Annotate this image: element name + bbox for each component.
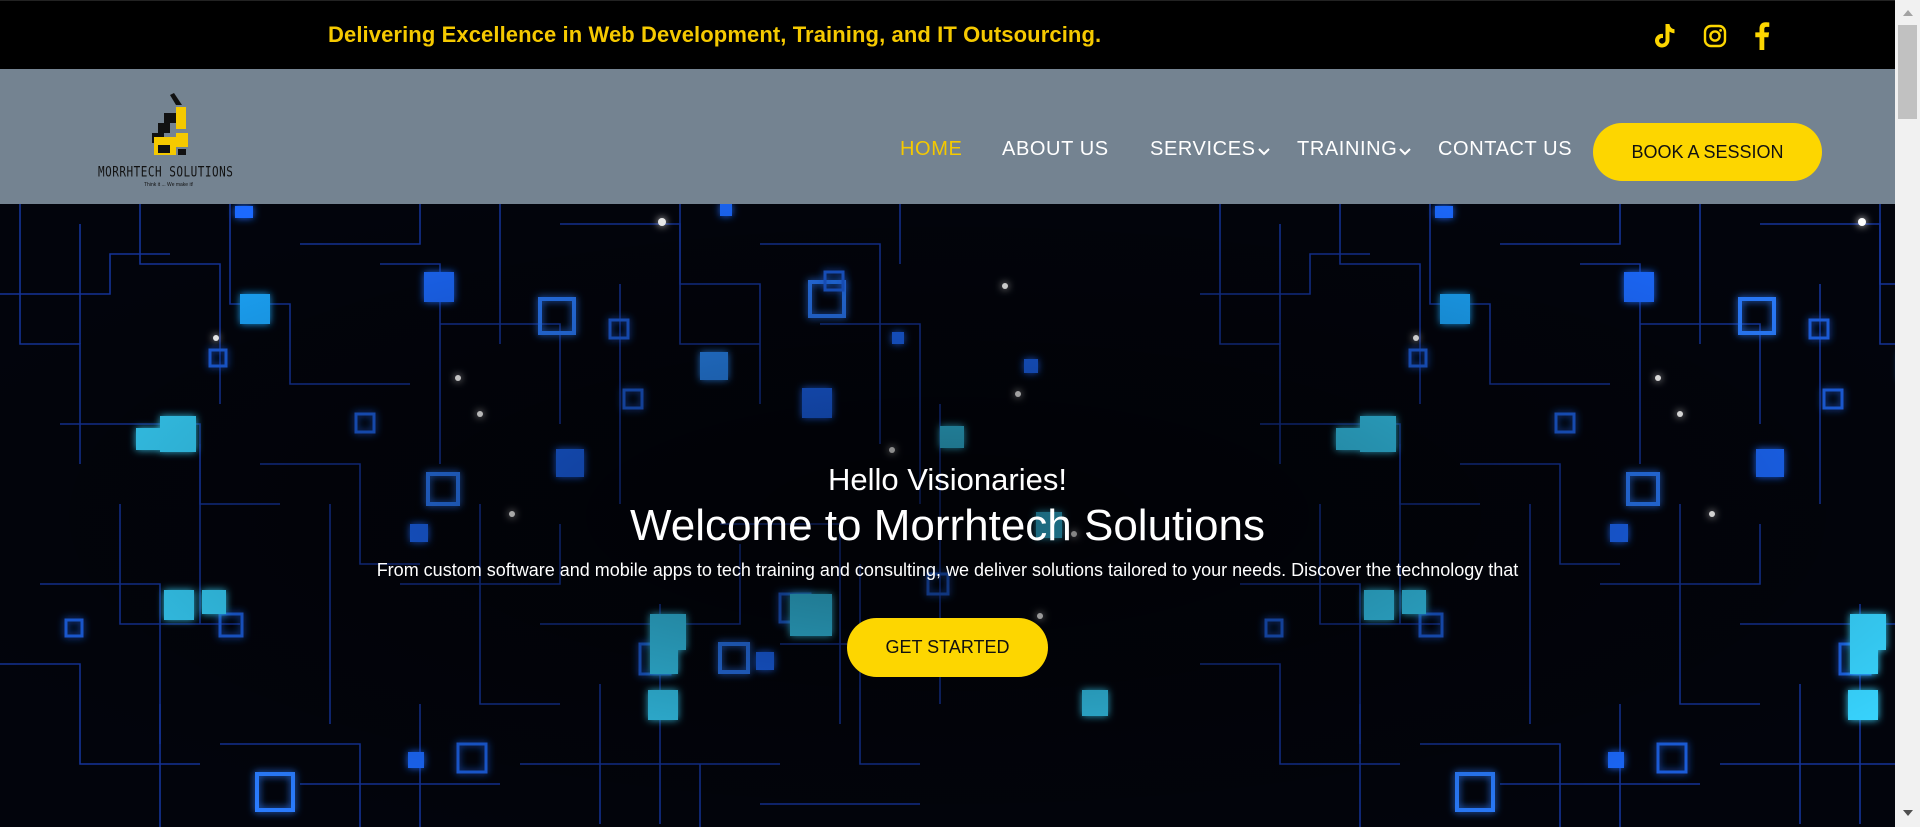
tiktok-link[interactable] bbox=[1648, 19, 1682, 53]
top-tagline: Delivering Excellence in Web Development… bbox=[328, 22, 1102, 47]
nav-services-label: SERVICES bbox=[1150, 138, 1256, 160]
nav-home[interactable]: HOME bbox=[900, 138, 962, 161]
hero-description: From custom software and mobile apps to … bbox=[376, 560, 1519, 580]
tiktok-icon bbox=[1655, 24, 1675, 48]
book-session-button[interactable]: BOOK A SESSION bbox=[1593, 123, 1822, 181]
page-scrollbar[interactable] bbox=[1895, 0, 1920, 827]
nav-training-label: TRAINING bbox=[1297, 138, 1398, 160]
main-nav: MORRHTECH SOLUTIONS Think it ... We make… bbox=[0, 69, 1895, 204]
hero-section: Hello Visionaries! Welcome to Morrhtech … bbox=[0, 204, 1895, 827]
scroll-up-icon[interactable] bbox=[1903, 10, 1913, 16]
chevron-down-icon bbox=[1257, 147, 1270, 155]
scroll-down-icon[interactable] bbox=[1903, 810, 1913, 816]
hero-greeting: Hello Visionaries! bbox=[828, 462, 1067, 497]
top-bar: Delivering Excellence in Web Development… bbox=[0, 0, 1895, 70]
nav-about-label: ABOUT US bbox=[1002, 138, 1109, 160]
instagram-link[interactable] bbox=[1698, 19, 1732, 53]
nav-contact-us[interactable]: CONTACT US bbox=[1438, 138, 1572, 161]
chevron-down-icon bbox=[1399, 147, 1412, 155]
nav-about-us[interactable]: ABOUT US bbox=[1002, 138, 1109, 161]
facebook-link[interactable] bbox=[1745, 19, 1779, 53]
logo-wordmark: MORRHTECH SOLUTIONS bbox=[98, 164, 234, 181]
hero-title: Welcome to Morrhtech Solutions bbox=[629, 501, 1265, 550]
nav-contact-label: CONTACT US bbox=[1438, 138, 1573, 160]
facebook-icon bbox=[1755, 22, 1770, 50]
scroll-thumb[interactable] bbox=[1898, 25, 1917, 119]
nav-services[interactable]: SERVICES bbox=[1150, 138, 1270, 161]
page: Delivering Excellence in Web Development… bbox=[0, 0, 1920, 827]
get-started-button[interactable]: GET STARTED bbox=[847, 618, 1048, 677]
logo-slogan: Think it ... We make it! bbox=[144, 182, 194, 188]
instagram-icon bbox=[1703, 24, 1727, 48]
nav-training[interactable]: TRAINING bbox=[1297, 138, 1412, 161]
brand-logo[interactable]: MORRHTECH SOLUTIONS Think it ... We make… bbox=[96, 93, 242, 189]
nav-home-label: HOME bbox=[900, 138, 963, 160]
logo-mark-icon bbox=[152, 93, 188, 155]
